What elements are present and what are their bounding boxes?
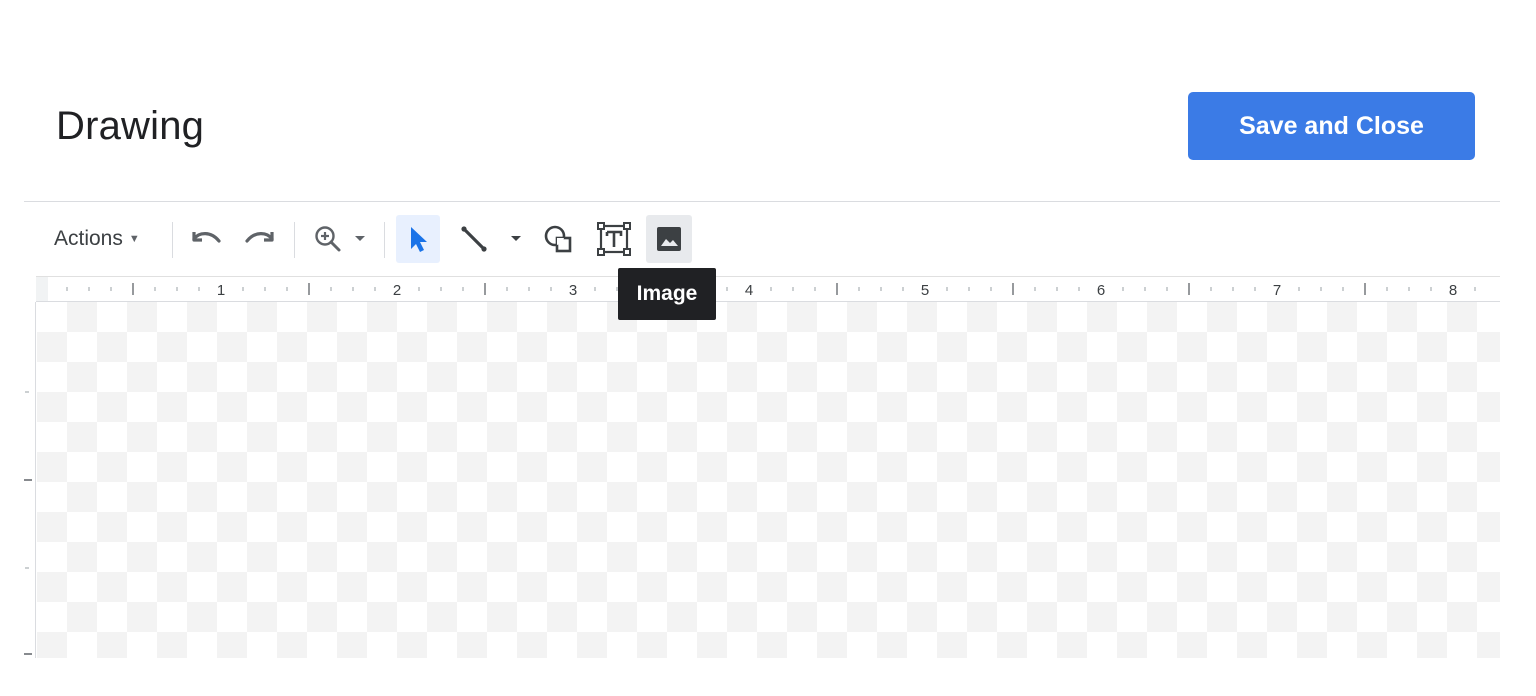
ruler-label: 3 xyxy=(569,282,577,299)
undo-button[interactable] xyxy=(184,214,228,264)
line-icon xyxy=(458,223,490,255)
ruler-label: 7 xyxy=(1273,282,1281,299)
undo-icon xyxy=(189,227,223,251)
cursor-arrow-icon xyxy=(405,224,431,254)
toolbar-divider xyxy=(172,222,173,258)
toolbar-divider xyxy=(294,222,295,258)
chevron-down-icon xyxy=(354,235,366,243)
zoom-in-icon xyxy=(313,224,343,254)
shape-tool-button[interactable] xyxy=(536,214,580,264)
ruler-label: 6 xyxy=(1097,282,1105,299)
actions-menu[interactable]: Actions ▼ xyxy=(54,214,164,264)
horizontal-ruler: 1 2 3 4 5 6 7 8 xyxy=(36,276,1500,302)
shape-icon xyxy=(542,223,574,255)
redo-button[interactable] xyxy=(238,214,282,264)
chevron-down-icon: ▼ xyxy=(128,233,140,245)
ruler-label: 2 xyxy=(393,282,401,299)
drawing-canvas[interactable] xyxy=(37,302,1500,658)
ruler-label: 4 xyxy=(745,282,753,299)
text-box-icon xyxy=(596,221,632,257)
text-box-tool-button[interactable] xyxy=(592,214,636,264)
vertical-ruler xyxy=(24,302,36,658)
header-divider xyxy=(24,201,1500,202)
image-icon xyxy=(655,225,683,253)
toolbar-divider xyxy=(384,222,385,258)
save-and-close-button[interactable]: Save and Close xyxy=(1188,92,1475,160)
image-tooltip: Image xyxy=(618,268,716,320)
ruler-corner xyxy=(36,277,48,301)
ruler-label: 1 xyxy=(217,282,225,299)
redo-icon xyxy=(243,227,277,251)
line-dropdown[interactable] xyxy=(506,214,526,264)
zoom-dropdown[interactable] xyxy=(350,214,370,264)
actions-menu-label: Actions xyxy=(54,227,123,250)
image-tool-button[interactable] xyxy=(646,215,692,263)
select-tool-button[interactable] xyxy=(396,215,440,263)
ruler-label: 5 xyxy=(921,282,929,299)
drawing-toolbar: Actions ▼ xyxy=(44,214,744,266)
dialog-title: Drawing xyxy=(56,104,205,148)
line-tool-button[interactable] xyxy=(452,214,496,264)
ruler-label: 8 xyxy=(1449,282,1457,299)
zoom-button[interactable] xyxy=(306,214,350,264)
chevron-down-icon xyxy=(510,235,522,243)
